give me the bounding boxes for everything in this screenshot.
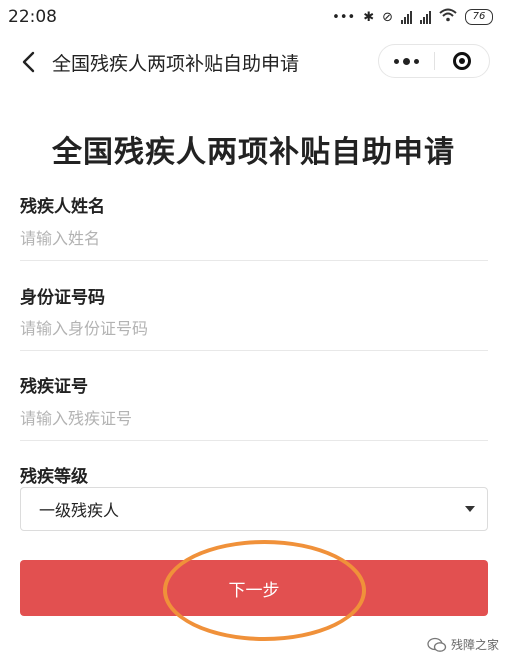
miniprogram-capsule [378, 44, 490, 78]
divider [20, 260, 488, 261]
watermark-text: 残障之家 [450, 638, 499, 652]
target-icon [452, 52, 471, 70]
next-step-button[interactable]: 下一步 [20, 560, 488, 616]
name-label: 残疾人姓名 [20, 197, 105, 217]
status-bar: 22:08 ••• ✱ ⊘ 76 [0, 0, 507, 34]
more-dots-icon: ••• [332, 9, 356, 25]
more-options-button[interactable] [379, 44, 434, 78]
signal-icon [420, 10, 431, 24]
battery-icon: 76 [465, 9, 493, 25]
alarm-off-icon: ⊘ [382, 9, 393, 25]
wechat-logo-icon [427, 637, 447, 652]
status-icons: ••• ✱ ⊘ 76 [332, 8, 493, 26]
disability-level-value: 一级残疾人 [39, 501, 120, 520]
close-miniprogram-button[interactable] [435, 44, 489, 78]
status-time: 22:08 [8, 7, 57, 27]
dropdown-caret-icon [465, 506, 475, 512]
name-input[interactable] [20, 220, 488, 256]
wifi-icon [439, 8, 457, 26]
disability-cert-label: 残疾证号 [20, 377, 88, 397]
nav-title: 全国残疾人两项补贴自助申请 [52, 53, 300, 75]
id-number-input[interactable] [20, 310, 488, 346]
bluetooth-icon: ✱ [363, 9, 375, 25]
signal-icon [401, 10, 412, 24]
watermark: 残障之家 [427, 636, 499, 653]
divider [20, 350, 488, 351]
disability-cert-input[interactable] [20, 400, 488, 436]
divider [20, 440, 488, 441]
page-title: 全国残疾人两项补贴自助申请 [52, 135, 455, 170]
disability-level-label: 残疾等级 [20, 467, 88, 487]
id-number-label: 身份证号码 [20, 288, 105, 308]
nav-bar: 全国残疾人两项补贴自助申请 [0, 36, 507, 88]
disability-level-select[interactable]: 一级残疾人 [20, 487, 488, 531]
back-arrow-icon[interactable] [18, 50, 42, 74]
